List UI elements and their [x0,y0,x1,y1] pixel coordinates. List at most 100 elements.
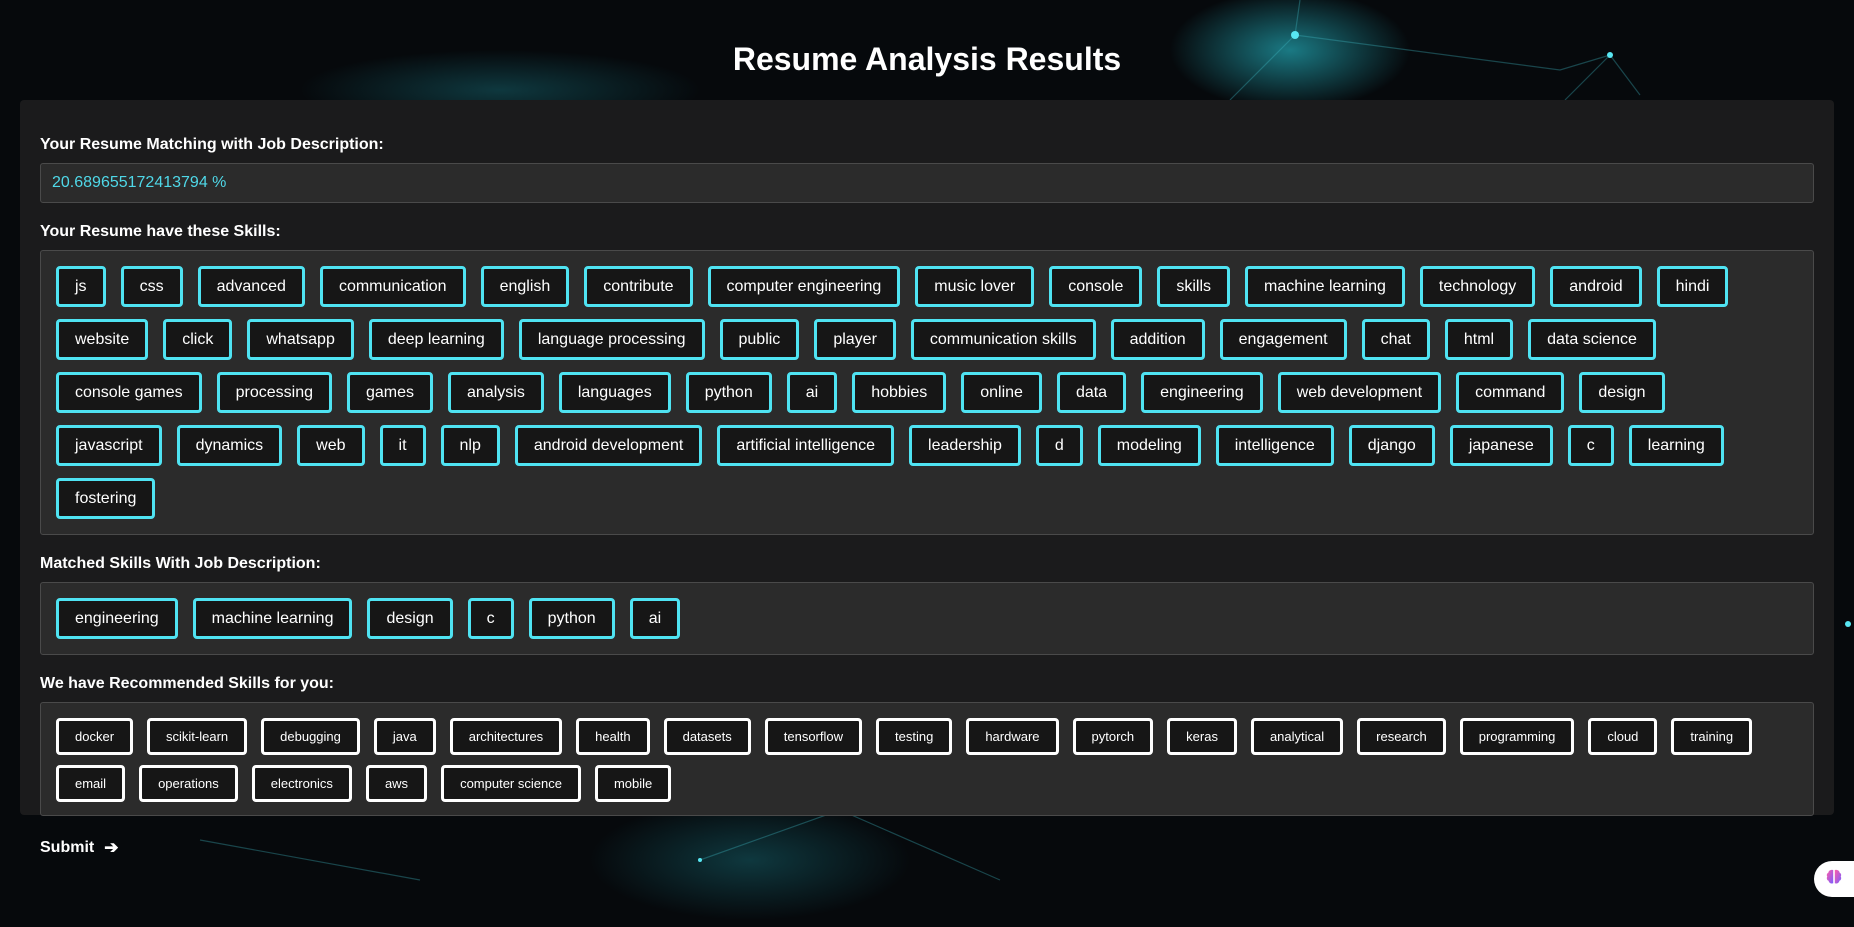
skill-tag-computer-engineering: computer engineering [707,266,901,307]
skill-tag-communication-skills: communication skills [910,319,1096,360]
skill-tag-command: command [1456,372,1565,413]
skill-tag-js: js [56,266,106,307]
skill-tag-modeling: modeling [1097,425,1201,466]
recommended-skill-tag-scikit-learn: scikit-learn [147,718,248,755]
skill-tag-artificial-intelligence: artificial intelligence [717,425,895,466]
recommended-skill-tag-keras: keras [1167,718,1237,755]
recommended-skill-tag-health: health [576,718,650,755]
recommended-skill-tag-training: training [1671,718,1753,755]
skill-tag-machine-learning: machine learning [1245,266,1405,307]
recommended-skill-tag-analytical: analytical [1250,718,1344,755]
matched-skill-tag-c: c [467,598,514,639]
skill-tag-css: css [120,266,183,307]
skill-tag-fostering: fostering [56,478,156,519]
skill-tag-processing: processing [216,372,332,413]
results-panel: Your Resume Matching with Job Descriptio… [20,100,1834,857]
arrow-right-icon: ➔ [104,838,119,857]
skill-tag-hindi: hindi [1656,266,1729,307]
recommended-skill-tag-email: email [56,765,126,802]
matched-skill-tag-engineering: engineering [56,598,178,639]
matched-skill-tag-ai: ai [629,598,681,639]
skill-tag-public: public [719,319,800,360]
skill-tag-ai: ai [786,372,838,413]
matched-skills-label: Matched Skills With Job Description: [40,555,321,572]
skill-tag-japanese: japanese [1449,425,1553,466]
skill-tag-deep-learning: deep learning [368,319,504,360]
skill-tag-player: player [814,319,896,360]
skill-tag-engagement: engagement [1219,319,1347,360]
recommended-skill-tag-datasets: datasets [663,718,751,755]
submit-label: Submit [40,839,95,856]
recommended-skill-tag-architectures: architectures [449,718,563,755]
floating-brain-button[interactable] [1814,861,1854,897]
skill-tag-c: c [1567,425,1614,466]
skill-tag-communication: communication [319,266,466,307]
resume-skills-label: Your Resume have these Skills: [40,223,281,240]
skill-tag-intelligence: intelligence [1215,425,1334,466]
recommended-skill-tag-hardware: hardware [966,718,1059,755]
skill-tag-dynamics: dynamics [176,425,283,466]
skill-tag-games: games [347,372,434,413]
skill-tag-python: python [685,372,772,413]
recommended-skill-tag-debugging: debugging [261,718,360,755]
skill-tag-language-processing: language processing [518,319,705,360]
recommended-skill-tag-programming: programming [1459,718,1575,755]
skill-tag-click: click [163,319,233,360]
skill-tag-website: website [56,319,149,360]
skill-tag-leadership: leadership [909,425,1021,466]
skill-tag-android-development: android development [514,425,703,466]
skill-tag-data: data [1056,372,1127,413]
recommended-skill-tag-pytorch: pytorch [1072,718,1154,755]
match-label: Your Resume Matching with Job Descriptio… [40,136,384,153]
skill-tag-design: design [1579,372,1665,413]
recommended-skill-tag-cloud: cloud [1588,718,1658,755]
skill-tag-django: django [1348,425,1435,466]
skill-tag-nlp: nlp [440,425,500,466]
skill-tag-skills: skills [1157,266,1231,307]
brain-icon [1824,867,1844,892]
matched-skill-tag-machine-learning: machine learning [192,598,353,639]
skill-tag-html: html [1444,319,1514,360]
recommended-skill-tag-testing: testing [876,718,953,755]
skill-tag-web-development: web development [1277,372,1442,413]
skill-tag-it: it [379,425,426,466]
match-percentage-field: 20.689655172413794 % [40,163,1814,203]
skill-tag-d: d [1035,425,1083,466]
recommended-skills-list: docker scikit-learn debugging java architect… [40,702,1814,816]
skill-tag-hobbies: hobbies [852,372,947,413]
skill-tag-android: android [1550,266,1642,307]
skill-tag-technology: technology [1419,266,1536,307]
skill-tag-contribute: contribute [584,266,693,307]
recommended-skill-tag-operations: operations [139,765,238,802]
recommended-skill-tag-mobile: mobile [594,765,672,802]
skill-tag-online: online [961,372,1042,413]
skill-tag-learning: learning [1628,425,1724,466]
matched-skills-list: engineering machine learning design c python… [40,582,1814,655]
page-title: Resume Analysis Results [732,41,1122,77]
recommended-skill-tag-aws: aws [365,765,428,802]
skill-tag-languages: languages [558,372,671,413]
recommended-skill-tag-docker: docker [56,718,134,755]
skill-tag-chat: chat [1361,319,1430,360]
skill-tag-data-science: data science [1528,319,1656,360]
resume-skills-list: js css advanced communication english contrib… [40,250,1814,535]
skill-tag-web: web [297,425,365,466]
skill-tag-console: console [1049,266,1143,307]
skill-tag-addition: addition [1110,319,1205,360]
skill-tag-music-lover: music lover [915,266,1035,307]
skill-tag-analysis: analysis [448,372,544,413]
skill-tag-console-games: console games [56,372,202,413]
skill-tag-english: english [480,266,570,307]
skill-tag-javascript: javascript [56,425,162,466]
recommended-skill-tag-electronics: electronics [251,765,352,802]
recommended-skill-tag-tensorflow: tensorflow [764,718,862,755]
submit-button[interactable]: Submit ➔ [40,838,118,858]
recommended-skill-tag-java: java [373,718,436,755]
recommended-skill-tag-computer-science: computer science [441,765,581,802]
recommended-skill-tag-research: research [1357,718,1446,755]
skill-tag-engineering: engineering [1141,372,1263,413]
matched-skill-tag-design: design [367,598,453,639]
skill-tag-whatsapp: whatsapp [247,319,354,360]
matched-skill-tag-python: python [528,598,615,639]
recommended-skills-label: We have Recommended Skills for you: [40,675,335,692]
